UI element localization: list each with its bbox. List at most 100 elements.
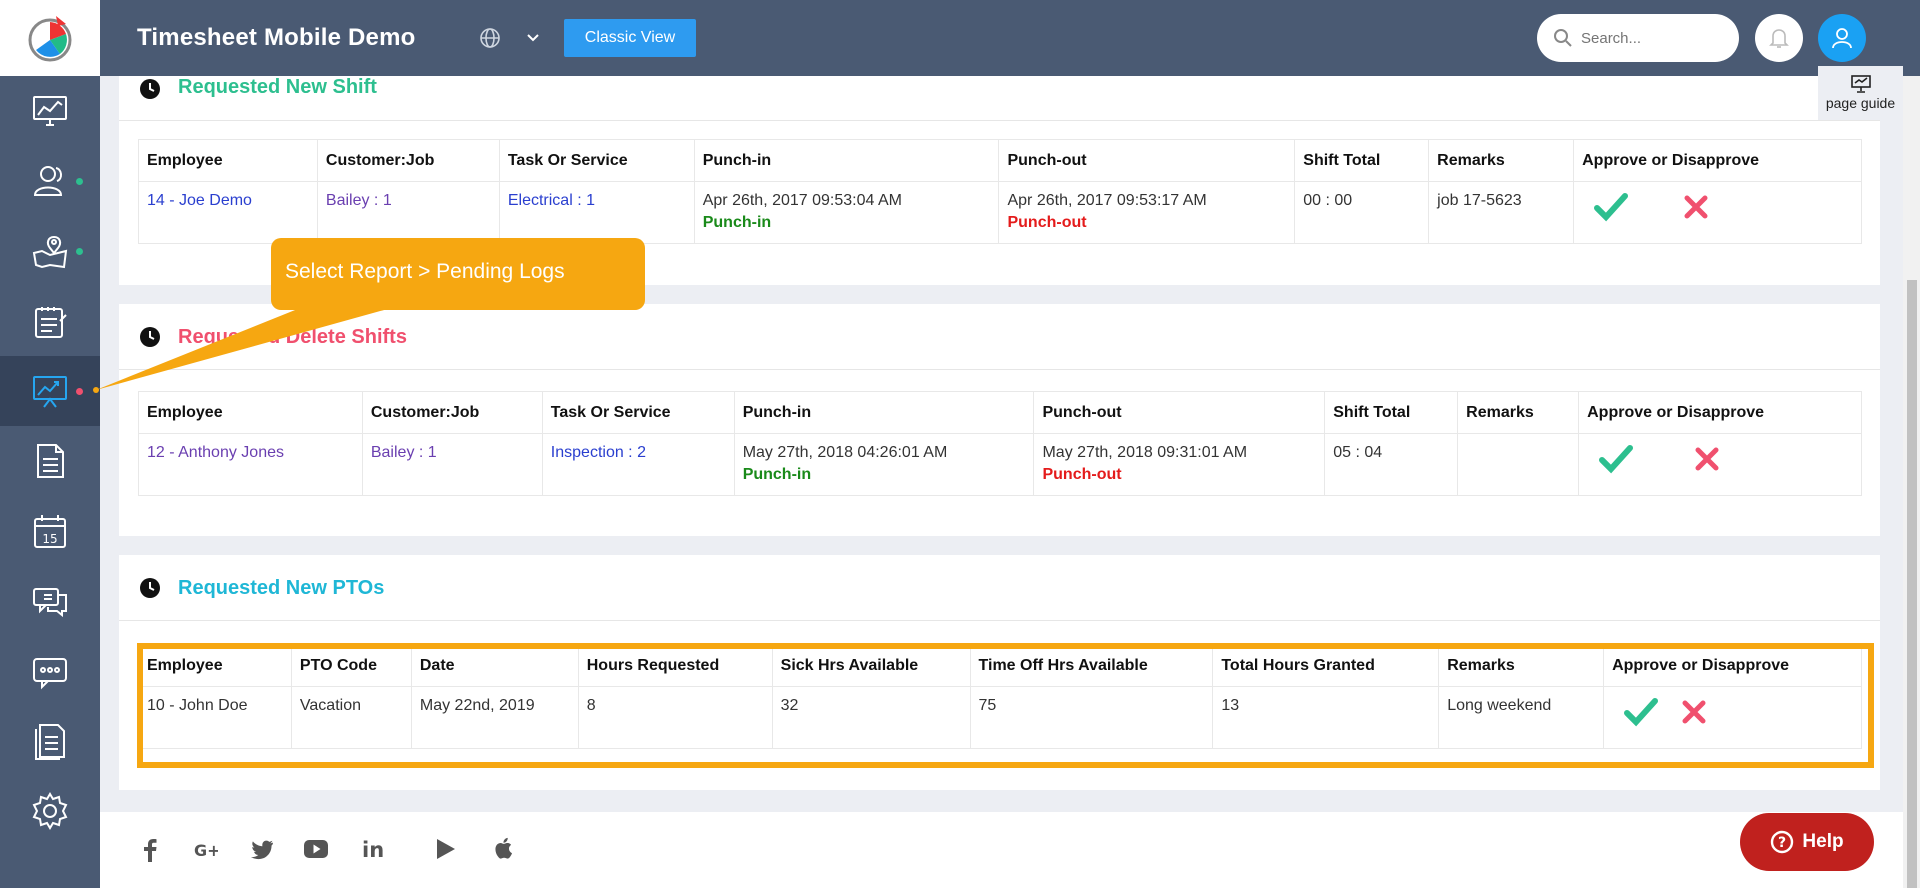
- panel-header: [119, 76, 1880, 121]
- classic-view-button[interactable]: Classic View: [564, 19, 696, 57]
- punch-out-time: Apr 26th, 2017 09:53:17 AM: [1007, 192, 1207, 209]
- panel-requested-delete-shifts: Requested Delete Shifts Employee Custome…: [119, 304, 1880, 536]
- customer-job-link[interactable]: Bailey : 1: [371, 444, 437, 461]
- punch-out-time: May 27th, 2018 09:31:01 AM: [1042, 444, 1248, 461]
- svg-text:G+: G+: [194, 842, 218, 858]
- messages-icon: [33, 658, 67, 690]
- reports-dot: [76, 388, 83, 395]
- help-button[interactable]: ? Help: [1740, 813, 1874, 871]
- language-globe-icon[interactable]: [478, 26, 502, 50]
- column-header: Shift Total: [1294, 139, 1430, 182]
- users-dot: [76, 178, 83, 185]
- map-location-icon: [32, 235, 68, 269]
- table-row: 12 - Anthony Jones Bailey : 1 Inspection…: [138, 433, 1862, 496]
- delete-shifts-table: Employee Customer:Job Task Or Service Pu…: [138, 391, 1862, 496]
- approve-check-icon[interactable]: [1599, 444, 1634, 474]
- panel-title: Requested New PTOs: [178, 577, 385, 599]
- sidebar-item-settings[interactable]: [0, 776, 100, 846]
- bell-icon: [1769, 29, 1789, 48]
- column-header: Approve or Disapprove: [1578, 391, 1862, 434]
- punch-in-tag: Punch-in: [702, 214, 772, 231]
- sidebar-item-calendar[interactable]: 15: [0, 496, 100, 566]
- chat-icon: [33, 588, 67, 618]
- sidebar: 15: [0, 0, 100, 888]
- shift-total: 00 : 00: [1303, 192, 1353, 209]
- apple-icon[interactable]: [492, 836, 514, 860]
- sidebar-item-timesheets[interactable]: [0, 286, 100, 356]
- top-header: Timesheet Mobile Demo Classic View: [100, 0, 1920, 76]
- google-plus-icon[interactable]: G+: [194, 842, 218, 858]
- punch-out-tag: Punch-out: [1007, 214, 1087, 231]
- twitter-icon[interactable]: [250, 840, 274, 860]
- svg-text:?: ?: [1778, 835, 1786, 851]
- user-icon: [1832, 28, 1852, 49]
- column-header: Punch-in: [693, 139, 1000, 182]
- user-profile-button[interactable]: [1818, 14, 1866, 62]
- column-header: Task Or Service: [498, 139, 695, 182]
- task-link[interactable]: Inspection : 2: [551, 444, 646, 461]
- punch-in-time: May 27th, 2018 04:26:01 AM: [742, 444, 948, 461]
- sidebar-item-reports[interactable]: [0, 356, 100, 426]
- search-input[interactable]: [1581, 26, 1721, 50]
- clock-icon: [140, 327, 160, 347]
- help-label: Help: [1802, 831, 1844, 852]
- column-header: Remarks: [1457, 391, 1580, 434]
- shift-total: 05 : 04: [1333, 444, 1383, 461]
- sidebar-item-map[interactable]: [0, 216, 100, 286]
- column-header: Employee: [138, 139, 318, 182]
- facebook-icon[interactable]: [142, 838, 158, 862]
- panel-title: Requested Delete Shifts: [178, 326, 407, 348]
- clipboard-icon: [35, 307, 67, 338]
- column-header: Shift Total: [1324, 391, 1459, 434]
- panel-title: Requested New Shift: [178, 76, 377, 98]
- document-icon: [37, 444, 64, 478]
- sidebar-item-messages[interactable]: [0, 636, 100, 706]
- employee-link[interactable]: 14 - Joe Demo: [147, 192, 252, 209]
- task-link[interactable]: Electrical : 1: [508, 192, 595, 209]
- column-header: Punch-in: [733, 391, 1035, 434]
- column-header: Punch-out: [998, 139, 1296, 182]
- map-dot: [76, 248, 83, 255]
- page-guide-button[interactable]: page guide: [1818, 66, 1903, 120]
- users-icon: [33, 166, 63, 196]
- sidebar-item-users[interactable]: [0, 146, 100, 216]
- app-title: Timesheet Mobile Demo: [137, 24, 416, 51]
- disapprove-x-icon[interactable]: [1683, 194, 1709, 220]
- pto-highlight-box: [137, 643, 1874, 768]
- forms-icon: [35, 724, 65, 760]
- footer: G+ in: [100, 812, 1903, 888]
- youtube-icon[interactable]: [304, 840, 328, 858]
- dashboard-icon: [33, 96, 67, 126]
- sidebar-item-dashboard[interactable]: [0, 76, 100, 146]
- new-shift-table: Employee Customer:Job Task Or Service Pu…: [138, 139, 1862, 244]
- page-guide-label: page guide: [1825, 95, 1896, 111]
- punch-out-tag: Punch-out: [1042, 466, 1122, 483]
- chevron-down-icon[interactable]: [526, 30, 540, 44]
- search-box[interactable]: [1537, 14, 1739, 62]
- remarks: job 17-5623: [1437, 192, 1522, 209]
- search-icon: [1554, 29, 1572, 47]
- clock-icon: [140, 79, 160, 99]
- table-row: 14 - Joe Demo Bailey : 1 Electrical : 1 …: [138, 181, 1862, 244]
- presentation-icon: [1850, 75, 1871, 93]
- timesheet-logo-icon: [28, 16, 72, 62]
- column-header: Customer:Job: [361, 391, 543, 434]
- calendar-icon: 15: [34, 515, 66, 548]
- google-play-icon[interactable]: [436, 838, 456, 860]
- notifications-button[interactable]: [1755, 14, 1803, 62]
- customer-job-link[interactable]: Bailey : 1: [326, 192, 392, 209]
- tutorial-callout: Select Report > Pending Logs: [271, 238, 645, 310]
- linkedin-icon[interactable]: in: [362, 838, 384, 860]
- scrollbar-thumb[interactable]: [1907, 280, 1917, 888]
- column-header: Approve or Disapprove: [1573, 139, 1862, 182]
- sidebar-item-forms[interactable]: [0, 706, 100, 776]
- approve-check-icon[interactable]: [1594, 192, 1629, 222]
- svg-text:15: 15: [42, 532, 57, 546]
- sidebar-item-chat[interactable]: [0, 566, 100, 636]
- punch-in-tag: Punch-in: [742, 466, 812, 483]
- column-header: Employee: [138, 391, 363, 434]
- employee-link[interactable]: 12 - Anthony Jones: [147, 444, 284, 461]
- app-logo[interactable]: [0, 0, 100, 76]
- disapprove-x-icon[interactable]: [1694, 446, 1720, 472]
- sidebar-item-documents[interactable]: [0, 426, 100, 496]
